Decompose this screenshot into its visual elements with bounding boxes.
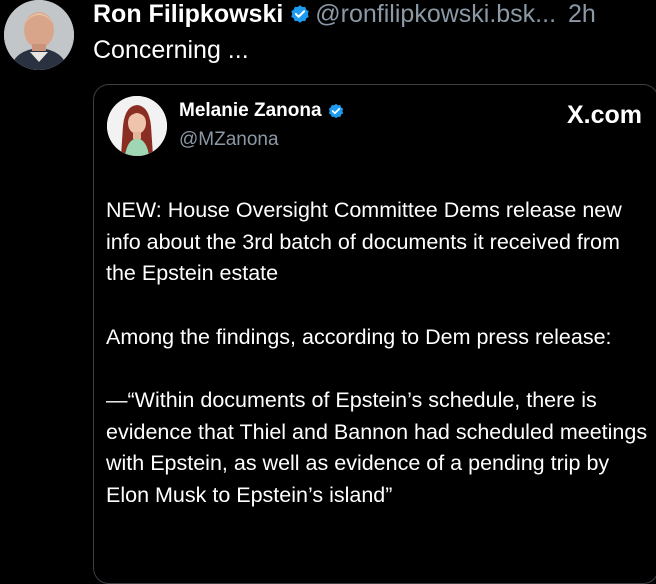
embed-paragraph: Among the findings, according to Dem pre… bbox=[106, 324, 612, 349]
embed-source-label[interactable]: X.com bbox=[567, 101, 642, 130]
embed-name-row: Melanie Zanona bbox=[179, 100, 345, 122]
verified-badge-icon bbox=[328, 103, 343, 119]
embed-post-text: NEW: House Oversight Committee Dems rele… bbox=[106, 195, 651, 511]
verified-badge-icon bbox=[291, 5, 310, 23]
post: Ron Filipkowski @ronfilipkowski.bsk... 2… bbox=[0, 0, 656, 584]
author-name[interactable]: Ron Filipkowski bbox=[93, 0, 283, 29]
embed-avatar-photo bbox=[107, 96, 167, 156]
author-avatar[interactable] bbox=[4, 0, 74, 70]
embed-author-name[interactable]: Melanie Zanona bbox=[179, 100, 322, 122]
embed-paragraph: NEW: House Oversight Committee Dems rele… bbox=[106, 198, 622, 285]
embed-author-avatar[interactable] bbox=[107, 96, 167, 156]
post-timestamp[interactable]: 2h bbox=[568, 0, 596, 29]
avatar-photo bbox=[4, 0, 74, 70]
embed-author-handle[interactable]: @MZanona bbox=[179, 129, 279, 151]
author-handle[interactable]: @ronfilipkowski.bsk... bbox=[315, 0, 556, 29]
embedded-post-card[interactable]: Melanie Zanona @MZanona X.com NEW: House… bbox=[93, 84, 656, 584]
post-header: Ron Filipkowski @ronfilipkowski.bsk... 2… bbox=[93, 0, 596, 30]
post-text: Concerning ... bbox=[93, 36, 249, 64]
embed-paragraph: —“Within documents of Epstein’s schedule… bbox=[106, 388, 648, 507]
